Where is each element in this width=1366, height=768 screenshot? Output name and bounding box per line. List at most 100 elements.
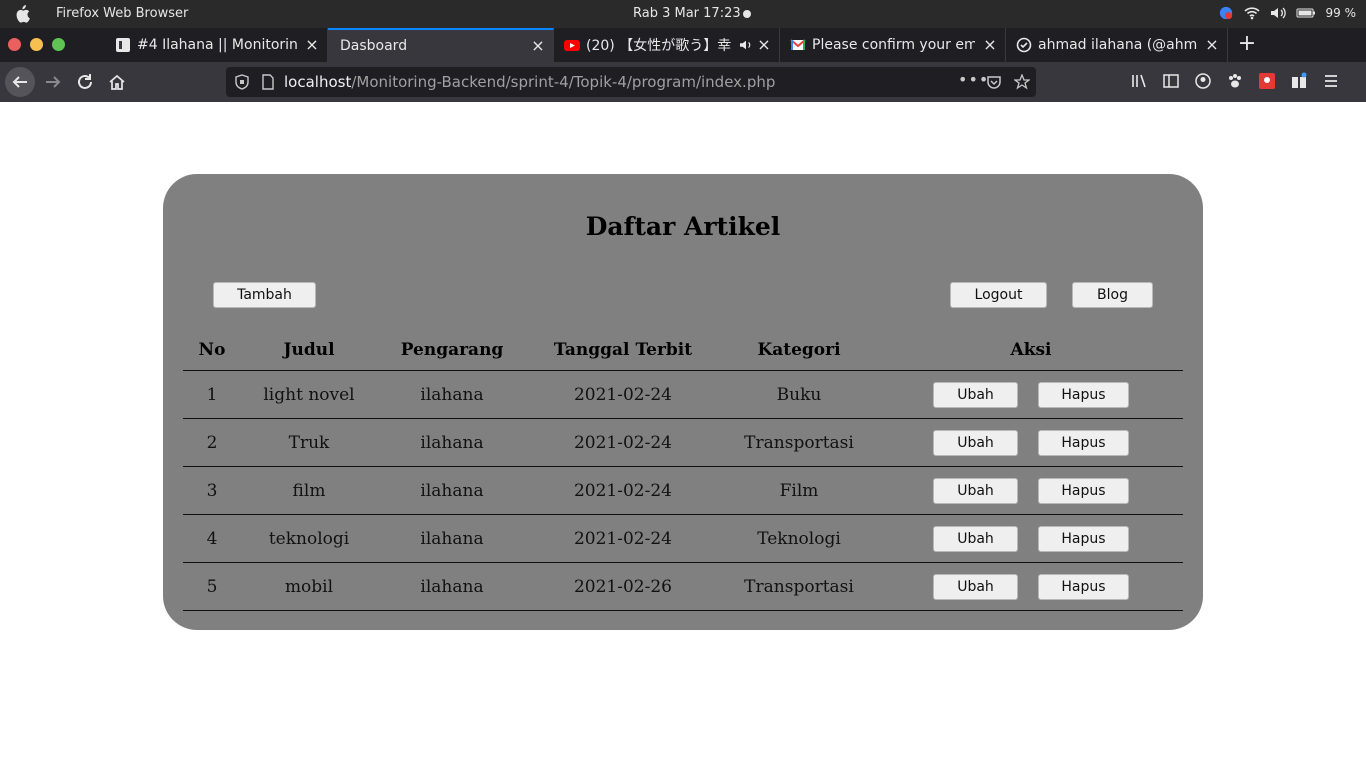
notification-app-icon[interactable] <box>1218 6 1234 20</box>
cell-no: 5 <box>183 562 241 611</box>
menu-icon[interactable] <box>1322 72 1340 90</box>
tab-youtube[interactable]: (20) 【女性が歌う】幸 × <box>554 28 780 62</box>
youtube-icon <box>564 40 580 51</box>
battery-icon[interactable] <box>1296 6 1316 20</box>
cell-aksi: Ubah Hapus <box>879 418 1183 467</box>
logout-button[interactable]: Logout <box>950 282 1047 308</box>
blog-button[interactable]: Blog <box>1072 282 1153 308</box>
account-icon[interactable] <box>1194 72 1212 90</box>
edit-button[interactable]: Ubah <box>933 525 1018 552</box>
cell-kategori: Teknologi <box>719 514 879 563</box>
add-button[interactable]: Tambah <box>213 282 316 308</box>
extension-red-icon[interactable] <box>1258 72 1276 90</box>
tab-label: ahmad ilahana (@ahmad <box>1038 37 1197 53</box>
delete-button[interactable]: Hapus <box>1038 429 1129 456</box>
navigation-toolbar: localhost/Monitoring-Backend/sprint-4/To… <box>0 62 1366 102</box>
url-bar[interactable]: localhost/Monitoring-Backend/sprint-4/To… <box>226 67 1036 97</box>
cell-judul: film <box>241 466 377 515</box>
extensions-icon[interactable] <box>1290 72 1308 90</box>
circle-check-icon <box>1016 37 1032 53</box>
close-tab-icon[interactable]: × <box>757 37 771 53</box>
home-button[interactable] <box>102 67 132 97</box>
tab-gmail[interactable]: Please confirm your ema × <box>780 28 1006 62</box>
tracking-shield-icon[interactable] <box>234 74 250 90</box>
apple-icon[interactable] <box>14 5 30 23</box>
delete-button[interactable]: Hapus <box>1038 573 1129 600</box>
reload-button[interactable] <box>70 67 100 97</box>
column-header-tanggal: Tanggal Terbit <box>527 330 719 371</box>
sidebar-icon[interactable] <box>1162 72 1180 90</box>
delete-button[interactable]: Hapus <box>1038 477 1129 504</box>
edit-button[interactable]: Ubah <box>933 381 1018 408</box>
table-header-row: No Judul Pengarang Tanggal Terbit Katego… <box>183 330 1183 371</box>
delete-button[interactable]: Hapus <box>1038 381 1129 408</box>
cell-pengarang: ilahana <box>377 562 527 611</box>
cell-kategori: Transportasi <box>719 562 879 611</box>
cell-pengarang: ilahana <box>377 466 527 515</box>
app-name[interactable]: Firefox Web Browser <box>56 6 188 21</box>
close-window-icon[interactable] <box>8 38 21 51</box>
gmail-icon <box>790 39 806 50</box>
table-row: 4 teknologi ilahana 2021-02-24 Teknologi… <box>183 514 1183 563</box>
page-info-icon[interactable] <box>260 74 276 90</box>
pocket-icon[interactable] <box>986 74 1002 90</box>
wifi-icon[interactable] <box>1243 6 1260 20</box>
tab-label: #4 Ilahana || Monitoring | <box>137 37 297 53</box>
new-tab-icon[interactable]: + <box>1236 33 1258 55</box>
toolbar-icons <box>1130 72 1340 90</box>
article-panel: Daftar Artikel Tambah Logout Blog No Jud… <box>163 174 1203 630</box>
close-tab-icon[interactable]: × <box>1205 37 1219 53</box>
tab-monitoring[interactable]: #4 Ilahana || Monitoring | × <box>105 28 328 62</box>
url-text[interactable]: localhost/Monitoring-Backend/sprint-4/To… <box>284 73 775 91</box>
cell-judul: Truk <box>241 418 377 467</box>
cell-no: 2 <box>183 418 241 467</box>
tab-profile[interactable]: ahmad ilahana (@ahmad × <box>1006 28 1228 62</box>
maximize-window-icon[interactable] <box>52 38 65 51</box>
back-button[interactable] <box>5 67 35 97</box>
cell-pengarang: ilahana <box>377 418 527 467</box>
extension-paw-icon[interactable] <box>1226 72 1244 90</box>
table-row: 1 light novel ilahana 2021-02-24 Buku Ub… <box>183 370 1183 419</box>
column-header-aksi: Aksi <box>879 330 1183 371</box>
cell-judul: light novel <box>241 370 377 419</box>
cell-no: 3 <box>183 466 241 515</box>
cell-pengarang: ilahana <box>377 514 527 563</box>
edit-button[interactable]: Ubah <box>933 477 1018 504</box>
system-tray: 99 % <box>1218 6 1357 20</box>
cell-kategori: Film <box>719 466 879 515</box>
volume-icon[interactable] <box>1270 6 1286 20</box>
cell-judul: mobil <box>241 562 377 611</box>
edit-button[interactable]: Ubah <box>933 429 1018 456</box>
cell-tanggal: 2021-02-24 <box>527 370 719 419</box>
tab-dasboard[interactable]: Dasboard × <box>328 28 554 62</box>
battery-percent: 99 % <box>1325 6 1357 20</box>
cell-pengarang: ilahana <box>377 370 527 419</box>
table-row: 3 film ilahana 2021-02-24 Film Ubah Hapus <box>183 466 1183 515</box>
arrow-left-icon <box>12 76 27 88</box>
page-title: Daftar Artikel <box>585 212 781 241</box>
cell-aksi: Ubah Hapus <box>879 370 1183 419</box>
cell-kategori: Transportasi <box>719 418 879 467</box>
table-row: 5 mobil ilahana 2021-02-26 Transportasi … <box>183 562 1183 611</box>
edit-button[interactable]: Ubah <box>933 573 1018 600</box>
delete-button[interactable]: Hapus <box>1038 525 1129 552</box>
forward-button[interactable] <box>38 67 68 97</box>
tab-label: Please confirm your ema <box>812 37 975 53</box>
table-row: 2 Truk ilahana 2021-02-24 Transportasi U… <box>183 418 1183 467</box>
page-actions-icon[interactable]: ••• <box>958 72 988 88</box>
cell-aksi: Ubah Hapus <box>879 562 1183 611</box>
document-icon <box>116 38 130 52</box>
cell-aksi: Ubah Hapus <box>879 466 1183 515</box>
clock[interactable]: Rab 3 Mar 17:23 <box>633 6 741 21</box>
close-tab-icon[interactable]: × <box>531 38 545 54</box>
close-tab-icon[interactable]: × <box>983 37 997 53</box>
speaker-icon[interactable] <box>739 39 753 51</box>
bookmark-star-icon[interactable] <box>1014 74 1030 90</box>
minimize-window-icon[interactable] <box>30 38 43 51</box>
library-icon[interactable] <box>1130 72 1148 90</box>
system-top-bar: Firefox Web Browser Rab 3 Mar 17:23 99 % <box>0 0 1366 28</box>
reload-icon <box>78 74 92 89</box>
cell-aksi: Ubah Hapus <box>879 514 1183 563</box>
url-host: localhost <box>284 73 352 91</box>
close-tab-icon[interactable]: × <box>305 37 319 53</box>
